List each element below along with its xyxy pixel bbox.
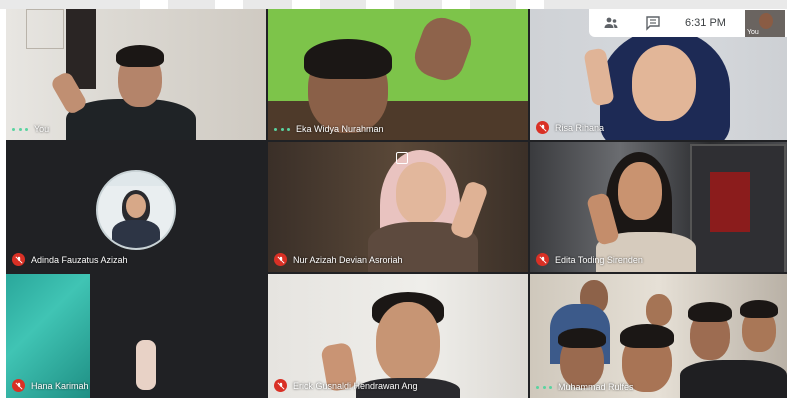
speaking-dots-icon bbox=[536, 382, 552, 392]
mic-off-icon bbox=[12, 379, 25, 392]
people-icon[interactable] bbox=[603, 15, 619, 31]
participant-name: Hana Karimah bbox=[31, 380, 89, 391]
participant-tile-hana[interactable]: Hana Karimah bbox=[6, 274, 266, 398]
participant-tile-you[interactable]: You bbox=[6, 9, 266, 140]
participant-tile-erick[interactable]: Erick Gusnaldi Hendrawan Ang bbox=[268, 274, 528, 398]
chat-icon[interactable] bbox=[645, 15, 661, 31]
speaking-dots-icon bbox=[274, 124, 290, 134]
mic-off-icon bbox=[274, 253, 287, 266]
participant-tile-eka[interactable]: Eka Widya Nurahman bbox=[268, 9, 528, 140]
mic-off-icon bbox=[536, 253, 549, 266]
mic-off-icon bbox=[12, 253, 25, 266]
participant-tile-adinda[interactable]: Adinda Fauzatus Azizah bbox=[6, 142, 266, 272]
avatar bbox=[96, 170, 176, 250]
speaking-dots-icon bbox=[12, 124, 28, 134]
meeting-info-bar: 6:31 PM You bbox=[589, 9, 787, 37]
participant-tile-nur-azizah[interactable]: Nur Azizah Devian Asroriah bbox=[268, 142, 528, 272]
participant-name: Muhammad Rulfes bbox=[558, 382, 634, 392]
participant-name: Risa Rihana bbox=[555, 122, 605, 133]
top-frame-strip bbox=[0, 0, 787, 9]
participant-name: Nur Azizah Devian Asroriah bbox=[293, 254, 403, 265]
participant-tile-edita[interactable]: Edita Toding Sirenden bbox=[530, 142, 787, 272]
participant-name: Edita Toding Sirenden bbox=[555, 254, 643, 265]
mic-off-icon bbox=[274, 379, 287, 392]
participant-tile-muhammad[interactable]: Muhammad Rulfes bbox=[530, 274, 787, 398]
meeting-clock: 6:31 PM bbox=[685, 17, 726, 29]
self-view-label: You bbox=[747, 29, 759, 36]
video-grid: You Eka Widya Nurahman Risa Rihana Adind… bbox=[6, 9, 787, 398]
participant-name: Erick Gusnaldi Hendrawan Ang bbox=[293, 380, 418, 391]
self-view-thumbnail[interactable]: You bbox=[745, 10, 785, 37]
mic-off-icon bbox=[536, 121, 549, 134]
participant-name: Eka Widya Nurahman bbox=[296, 124, 384, 134]
participant-name: Adinda Fauzatus Azizah bbox=[31, 254, 128, 265]
participant-name: You bbox=[34, 124, 50, 134]
